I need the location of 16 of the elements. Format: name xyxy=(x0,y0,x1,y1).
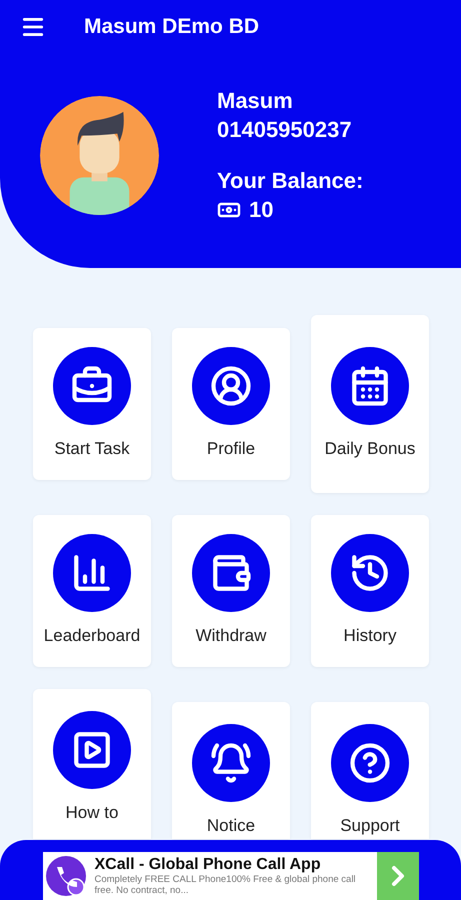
menu-tile[interactable]: Profile xyxy=(172,328,290,480)
user-name: Masum xyxy=(217,87,294,115)
menu-tile[interactable]: Leaderboard xyxy=(33,515,151,667)
balance-label: Your Balance: xyxy=(217,167,364,195)
menu-tile[interactable]: History xyxy=(311,515,429,667)
menu-tile[interactable]: Daily Bonus xyxy=(311,315,429,493)
menu-tile[interactable]: Support xyxy=(311,702,429,839)
ad-description: Completely FREE CALL Phone100% Free & global phone call free. No contract, no... xyxy=(94,874,357,896)
phone-number: 01405950237 xyxy=(217,116,353,144)
menu-tile[interactable]: Notice xyxy=(172,702,290,839)
balance-value: 10 xyxy=(249,196,274,224)
menu-tile[interactable]: How to xyxy=(33,689,151,839)
menu-tile[interactable]: Start Task xyxy=(33,328,151,480)
ad-title[interactable]: XCall - Global Phone Call App xyxy=(94,856,376,874)
app-title: Masum DEmo BD xyxy=(84,15,260,39)
menu-tile[interactable]: Withdraw xyxy=(172,515,290,667)
